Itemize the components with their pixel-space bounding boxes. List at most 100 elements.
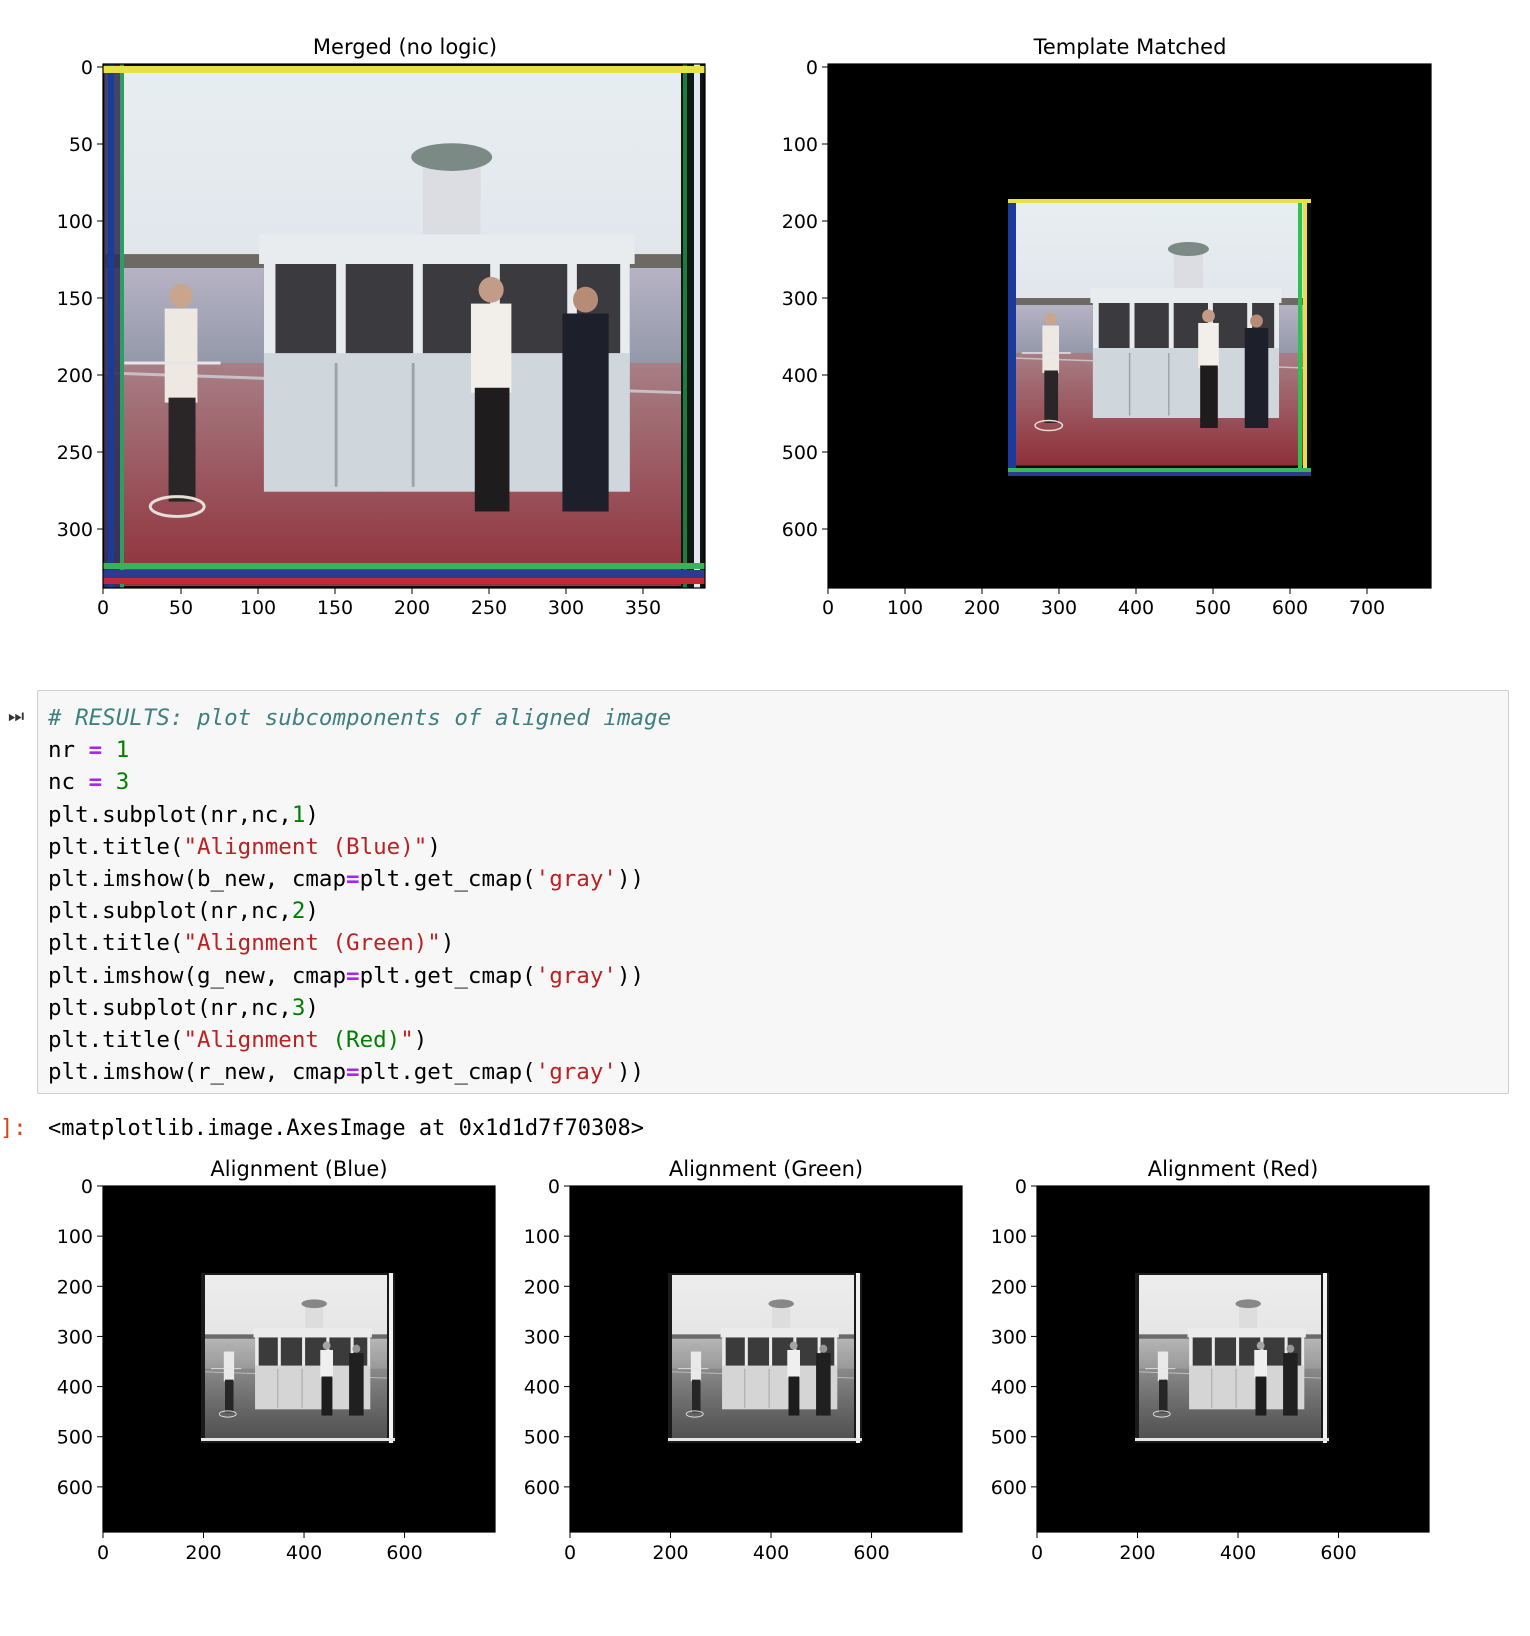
tick-label: 500: [524, 1427, 560, 1449]
tick-label: 600: [57, 1477, 93, 1499]
tick-label: 0: [81, 1176, 93, 1198]
tick-label: 200: [991, 1276, 1027, 1298]
run-step-icon[interactable]: ⏭: [8, 706, 28, 728]
tick-label: 250: [471, 597, 507, 619]
code-token: ): [413, 1027, 428, 1054]
merged-title: Merged (no logic): [313, 35, 497, 59]
panel-title: Alignment (Blue): [210, 1157, 387, 1181]
tick-label: 0: [97, 597, 109, 619]
code-token: plt.imshow(r_new, cmap: [48, 1059, 347, 1086]
output-prompt: ]:: [0, 1116, 27, 1141]
tick-label: 50: [69, 134, 93, 156]
output-text: <matplotlib.image.AxesImage at 0x1d1d7f7…: [48, 1116, 645, 1141]
tick-label: 0: [564, 1542, 576, 1564]
code-token: plt.title(: [48, 930, 184, 957]
alignment-panel-1: Alignment (Green) 0 200 400 600 0 100 200 300 400…: [524, 1157, 963, 1564]
code-operator: =: [346, 1059, 360, 1086]
tick-label: 100: [782, 134, 818, 156]
code-number: 2: [291, 898, 306, 925]
code-operator: =: [88, 769, 103, 796]
matched-xticks: 0 100 200 300 400 500 600 700: [822, 588, 1385, 619]
tick-label: 400: [524, 1377, 560, 1399]
tick-label: 600: [524, 1477, 560, 1499]
tick-label: 200: [394, 597, 430, 619]
code-token: nc: [48, 769, 89, 796]
code-token: plt.subplot(nr,nc,: [48, 898, 292, 925]
tick-label: 400: [1118, 597, 1154, 619]
code-token: plt.subplot(nr,nc,: [48, 994, 292, 1021]
alignment-panel-0: Alignment (Blue) 0 200 400 600 0 100 200 300 400 5…: [57, 1157, 496, 1564]
tick-label: 500: [57, 1427, 93, 1449]
tick-label: 100: [240, 597, 276, 619]
tick-label: 600: [991, 1477, 1027, 1499]
merged-axes: Merged (no logic) 0 50 100 150 200 250 3…: [57, 35, 706, 619]
merged-image: [103, 64, 705, 588]
code-editor[interactable]: # RESULTS: plot subcomponents of aligned…: [48, 702, 671, 1088]
code-string: "Alignment (Blue)": [183, 833, 428, 860]
tick-label: 0: [81, 57, 93, 79]
tick-label: 0: [548, 1176, 560, 1198]
tick-label: 150: [317, 597, 353, 619]
panel-image: [570, 1186, 962, 1532]
tick-label: 300: [782, 288, 818, 310]
tick-label: 0: [1031, 1542, 1043, 1564]
tick-label: 100: [524, 1226, 560, 1248]
alignment-panel-2: Alignment (Red) 0 200 400 600 0 100 200 300 400 50…: [991, 1157, 1430, 1564]
code-token: nr: [48, 737, 89, 764]
code-token: ): [305, 994, 319, 1021]
code-token: ): [427, 833, 441, 860]
tick-label: 300: [991, 1326, 1027, 1348]
tick-label: 200: [57, 1276, 93, 1298]
tick-label: 200: [524, 1276, 560, 1298]
code-token: plt.title(: [48, 833, 184, 860]
matched-axes: Template Matched 0 100 200 300 400 500 6…: [782, 35, 1432, 619]
code-operator: =: [346, 866, 360, 893]
merged-yticks: 0 50 100 150 200 250 300: [57, 57, 103, 541]
code-token: )): [616, 962, 645, 989]
matched-title: Template Matched: [1033, 35, 1227, 59]
tick-label: 200: [782, 211, 818, 233]
tick-label: 300: [524, 1326, 560, 1348]
panel-image: [1037, 1186, 1429, 1532]
code-token: plt.imshow(b_new, cmap: [48, 866, 347, 893]
code-token: plt.subplot(nr,nc,: [48, 801, 292, 828]
code-token: plt.get_cmap(: [359, 866, 536, 893]
tick-label: 600: [1320, 1542, 1356, 1564]
tick-label: 250: [57, 442, 93, 464]
code-string: 'gray': [535, 1059, 617, 1086]
panel-title: Alignment (Red): [1148, 1157, 1319, 1181]
code-number: 3: [291, 994, 306, 1021]
tick-label: 300: [57, 519, 93, 541]
code-number: 3: [115, 769, 130, 796]
tick-label: 100: [887, 597, 923, 619]
tick-label: 150: [57, 288, 93, 310]
code-string: ": [400, 1027, 414, 1054]
tick-label: 400: [782, 365, 818, 387]
tick-label: 600: [386, 1542, 422, 1564]
code-number: 1: [291, 801, 306, 828]
tick-label: 200: [1119, 1542, 1155, 1564]
tick-label: 600: [1272, 597, 1308, 619]
code-token: )): [616, 866, 645, 893]
code-string: 'gray': [535, 866, 617, 893]
code-token: ): [305, 898, 319, 925]
code-token: plt.title(: [48, 1027, 184, 1054]
code-operator: =: [346, 962, 360, 989]
tick-label: 700: [1349, 597, 1385, 619]
code-string: "Alignment (Green)": [183, 930, 441, 957]
tick-label: 400: [753, 1542, 789, 1564]
tick-label: 500: [991, 1427, 1027, 1449]
tick-label: 400: [991, 1377, 1027, 1399]
code-token: )): [616, 1059, 645, 1086]
tick-label: 350: [625, 597, 661, 619]
tick-label: 0: [1015, 1176, 1027, 1198]
tick-label: 400: [57, 1377, 93, 1399]
code-comment: # RESULTS: plot subcomponents of aligned…: [48, 705, 672, 731]
code-number: (Red): [332, 1027, 401, 1054]
tick-label: 100: [991, 1226, 1027, 1248]
matched-yticks: 0 100 200 300 400 500 600: [782, 57, 828, 541]
tick-label: 0: [97, 1542, 109, 1564]
code-string: 'gray': [535, 962, 617, 989]
